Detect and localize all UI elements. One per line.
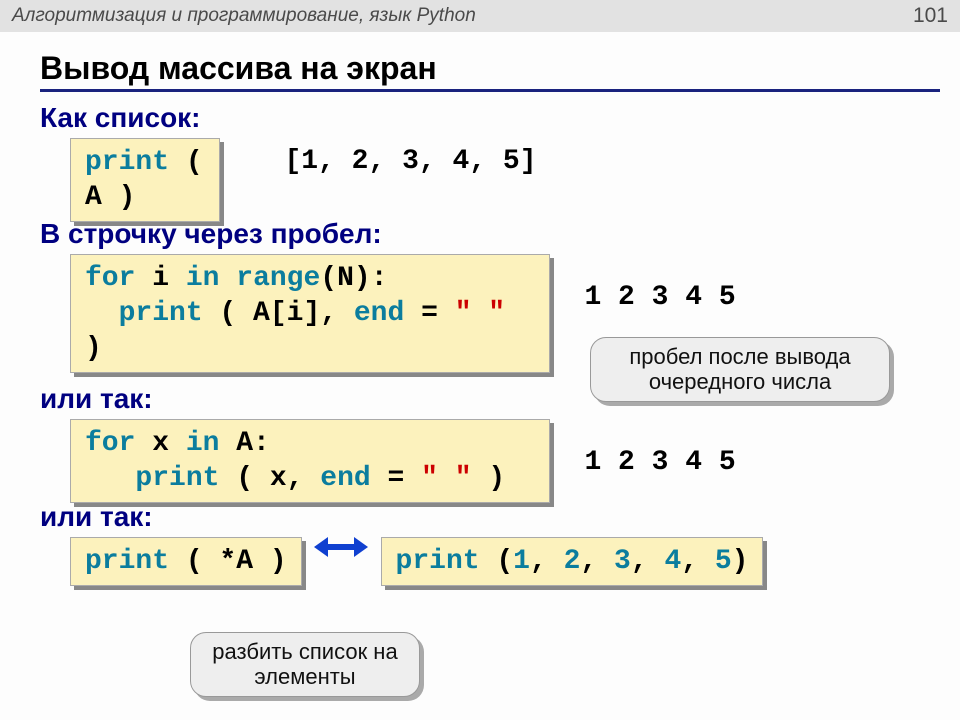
code-text: ( <box>480 546 514 577</box>
num: 3 <box>614 546 631 577</box>
kw-for: for <box>85 263 135 294</box>
slide-title: Вывод массива на экран <box>40 50 940 92</box>
row-4: print ( *A ) print (1, 2, 3, 4, 5) <box>70 537 940 586</box>
code-text: , <box>631 546 665 577</box>
code-box-3: for x in A: print ( x, end = " " ) <box>70 419 550 503</box>
code-text: , <box>580 546 614 577</box>
code-text: (N): <box>320 263 387 294</box>
code-text: x <box>135 428 185 459</box>
code-box-2: for i in range(N): print ( A[i], end = "… <box>70 254 550 373</box>
num: 2 <box>564 546 581 577</box>
label-inline: В строчку через пробел: <box>40 218 940 250</box>
str-literal: " " <box>421 463 471 494</box>
page-number: 101 <box>913 4 948 28</box>
code-text <box>219 263 236 294</box>
code-text: , <box>681 546 715 577</box>
code-box-5: print (1, 2, 3, 4, 5) <box>381 537 764 586</box>
kw-in: in <box>186 263 220 294</box>
code-text: = <box>371 463 421 494</box>
code-box-4: print ( *A ) <box>70 537 302 586</box>
num: 5 <box>715 546 732 577</box>
top-bar: Алгоритмизация и программирование, язык … <box>0 0 960 32</box>
str-literal: " " <box>455 298 505 329</box>
label-or-2: или так: <box>40 501 940 533</box>
code-text: = <box>404 298 454 329</box>
row-1: print ( A ) [1, 2, 3, 4, 5] <box>70 138 940 222</box>
output-3: 1 2 3 4 5 <box>584 447 735 478</box>
code-text: ( A[i], <box>203 298 354 329</box>
callout-split-list: разбить список на элементы <box>190 632 420 697</box>
course-title: Алгоритмизация и программирование, язык … <box>12 5 476 27</box>
double-arrow-icon <box>316 537 366 557</box>
code-box-1: print ( A ) <box>70 138 220 222</box>
code-text: ) <box>732 546 749 577</box>
kw-print: print <box>396 546 480 577</box>
num: 4 <box>664 546 681 577</box>
label-as-list: Как список: <box>40 102 940 134</box>
code-text: ) <box>85 333 102 364</box>
code-text: , <box>530 546 564 577</box>
num: 1 <box>513 546 530 577</box>
kw-end: end <box>354 298 404 329</box>
slide-content: Как список: print ( A ) [1, 2, 3, 4, 5] … <box>40 102 940 586</box>
row-3: for x in A: print ( x, end = " " ) 1 2 3… <box>70 419 940 503</box>
code-text: A: <box>219 428 269 459</box>
code-text: ) <box>472 463 506 494</box>
code-text: ( x, <box>219 463 320 494</box>
callout-space-after: пробел после вывода очередного числа <box>590 337 890 402</box>
kw-print: print <box>119 298 203 329</box>
output-1: [1, 2, 3, 4, 5] <box>284 146 536 177</box>
kw-for: for <box>85 428 135 459</box>
output-2: 1 2 3 4 5 <box>584 282 735 313</box>
kw-in: in <box>186 428 220 459</box>
kw-end: end <box>320 463 370 494</box>
kw-print: print <box>85 546 169 577</box>
code-text: ( *A ) <box>169 546 287 577</box>
kw-print: print <box>135 463 219 494</box>
kw-print: print <box>85 147 169 178</box>
code-text: i <box>135 263 185 294</box>
kw-range: range <box>236 263 320 294</box>
